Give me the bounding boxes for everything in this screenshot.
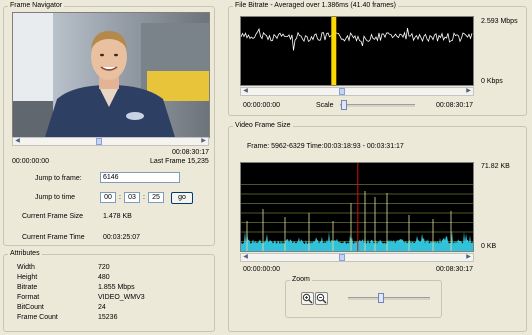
scroll-right-icon[interactable]: ▶ (464, 88, 473, 95)
frame-range-info: Frame: 5962-6329 Time:00:03:18:93 - 00:0… (247, 143, 404, 150)
zoom-slider-thumb[interactable] (378, 293, 384, 303)
bitrate-position-marker (331, 17, 337, 85)
bitrate-scroll-thumb[interactable] (339, 88, 345, 95)
navigator-start-time: 00:00:00:00 (12, 158, 49, 165)
bitrate-scale-label: Scale (316, 102, 334, 109)
bitrate-y-max-label: 2.593 Mbps (481, 18, 518, 25)
zoom-in-icon (302, 293, 313, 304)
attribute-value: 720 (98, 264, 110, 271)
bitrate-x-start: 00:00:00:00 (243, 102, 280, 109)
video-preview (12, 12, 210, 138)
current-frame-time-label: Current Frame Time (22, 234, 85, 241)
time-separator: : (143, 194, 145, 201)
attribute-label: Height (17, 274, 38, 281)
current-frame-size-label: Current Frame Size (22, 213, 84, 220)
video-scrollbar[interactable]: ◀ ▶ (12, 137, 209, 146)
attribute-value: 24 (98, 304, 106, 311)
video-scroll-thumb[interactable] (96, 138, 102, 145)
scroll-left-icon[interactable]: ◀ (241, 88, 250, 95)
zoom-out-button[interactable] (315, 292, 328, 305)
frame-navigator-title: Frame Navigator (10, 2, 63, 9)
frame-size-scrollbar[interactable]: ◀ ▶ (240, 253, 474, 262)
video-frame-image (13, 13, 209, 137)
navigator-current-time: 00:08:30:17 (172, 149, 209, 156)
last-frame-label: Last Frame 15,235 (150, 158, 209, 165)
scroll-left-icon[interactable]: ◀ (13, 138, 22, 145)
go-button[interactable]: go (171, 192, 193, 204)
attributes-title: Attributes (10, 250, 40, 257)
zoom-slider-track[interactable] (348, 297, 430, 300)
scroll-right-icon[interactable]: ▶ (464, 254, 473, 261)
bitrate-background (241, 17, 473, 85)
frame-size-chart (241, 163, 473, 251)
zoom-in-button[interactable] (301, 292, 314, 305)
frame-size-y-max-label: 71.82 KB (481, 163, 510, 170)
scale-slider-thumb[interactable] (341, 100, 347, 110)
attribute-label: Width (17, 264, 35, 271)
zoom-title: Zoom (292, 276, 310, 283)
jump-to-time-label: Jump to time (35, 194, 76, 201)
bitrate-chart (240, 17, 473, 85)
frame-size-y-min-label: 0 KB (481, 243, 497, 250)
scroll-right-icon[interactable]: ▶ (199, 138, 208, 145)
time-minutes-input[interactable] (124, 192, 140, 203)
attribute-value: 480 (98, 274, 110, 281)
bitrate-y-min-label: 0 Kbps (481, 78, 503, 85)
scale-slider-track[interactable] (340, 104, 415, 107)
attribute-label: BitCount (17, 304, 44, 311)
attribute-value: 1.855 Mbps (98, 284, 135, 291)
attribute-label: Bitrate (17, 284, 38, 291)
video-frame-size-title: Video Frame Size (235, 122, 291, 129)
jump-to-frame-label: Jump to frame: (35, 175, 82, 182)
current-frame-time-value: 00:03:25:07 (103, 234, 140, 241)
frame-size-x-end: 00:08:30:17 (436, 266, 473, 273)
file-bitrate-title: File Bitrate - Averaged over 1.386ms (41… (235, 2, 396, 9)
scroll-left-icon[interactable]: ◀ (241, 254, 250, 261)
zoom-out-icon (316, 293, 327, 304)
bitrate-scrollbar[interactable]: ◀ ▶ (240, 87, 474, 96)
attribute-value: VIDEO_WMV3 (98, 294, 145, 301)
jump-to-frame-input[interactable] (100, 172, 180, 183)
bitrate-plot[interactable] (240, 16, 474, 86)
frame-size-plot[interactable] (240, 162, 474, 252)
bitrate-x-end: 00:08:30:17 (436, 102, 473, 109)
time-seconds-input[interactable] (148, 192, 164, 203)
attribute-label: Frame Count (17, 314, 58, 321)
time-separator: : (119, 194, 121, 201)
frame-size-background (241, 163, 473, 251)
frame-size-x-start: 00:00:00:00 (243, 266, 280, 273)
current-frame-size-value: 1.478 KB (103, 213, 132, 220)
attribute-label: Format (17, 294, 40, 301)
attribute-value: 15236 (98, 314, 118, 321)
frame-size-scroll-thumb[interactable] (339, 254, 345, 261)
time-hours-input[interactable] (100, 192, 116, 203)
